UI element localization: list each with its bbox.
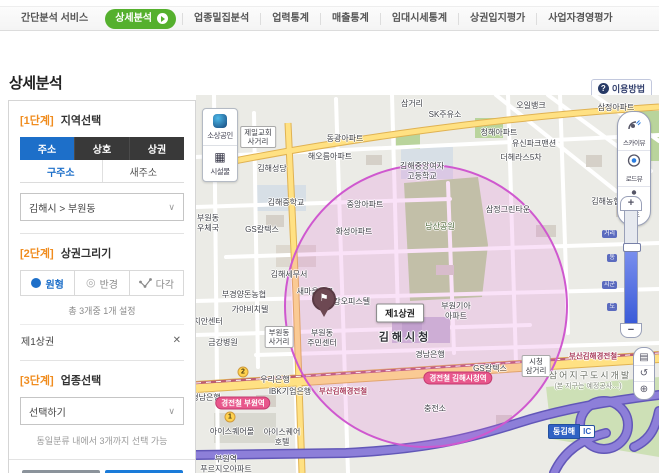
draw-tool-label: 다각 bbox=[156, 276, 174, 291]
business-type-select[interactable]: 선택하기 ∨ bbox=[20, 397, 184, 425]
expand-tool-button[interactable]: ⊕ bbox=[634, 381, 654, 397]
skyview-button[interactable]: 스카이뷰 bbox=[618, 115, 650, 150]
polygon-icon bbox=[139, 278, 152, 289]
zoom-slider-fill bbox=[625, 249, 637, 323]
step3-title: 업종선택 bbox=[61, 375, 101, 387]
zoom-slider-track[interactable] bbox=[624, 211, 638, 323]
roadview-button[interactable]: 로드뷰 bbox=[618, 150, 650, 186]
layer-label: 시설물 bbox=[203, 166, 237, 177]
reset-view-button[interactable]: ↺ bbox=[634, 365, 654, 381]
help-button-label: 이용방법 bbox=[612, 82, 645, 95]
zoom-out-button[interactable]: − bbox=[620, 323, 642, 338]
remove-area-button[interactable]: ✕ bbox=[171, 335, 183, 346]
building-icon: ▦ bbox=[203, 151, 237, 164]
nav-item-location-rating[interactable]: 상권입지평가 bbox=[458, 13, 536, 25]
step2-title: 상권그리기 bbox=[61, 248, 112, 260]
map-base-graphics bbox=[196, 95, 659, 473]
nav-item-rent-stats[interactable]: 임대시세통계 bbox=[380, 13, 458, 25]
draw-tool-label: 원형 bbox=[45, 276, 63, 291]
address-type-subtabs: 구주소 새주소 bbox=[20, 160, 184, 183]
circle-icon bbox=[31, 278, 41, 288]
draw-tool-radius[interactable]: ◎ 반경 bbox=[75, 270, 129, 296]
satellite-dish-icon bbox=[626, 118, 642, 131]
area-count-status: 총 3개중 1개 설정 bbox=[20, 304, 184, 317]
chevron-right-icon bbox=[157, 13, 168, 24]
step1-tag: [1단계] bbox=[20, 115, 54, 127]
nav-item-business-age-stats[interactable]: 업력통계 bbox=[260, 13, 320, 25]
search-type-tabs: 주소 상호 상권 bbox=[20, 137, 184, 160]
area-item-row: 제1상권 ✕ bbox=[20, 324, 184, 348]
flag-icon: ⚑ bbox=[320, 293, 329, 304]
map-canvas[interactable]: 삼거리제일교회 사거리동광아파트해오름아파트김해성당김해중앙여자 고등학교김해중… bbox=[196, 95, 659, 473]
map-utility-tools: ▤ ↺ ⊕ bbox=[633, 347, 655, 400]
step2-header: [2단계] 상권그리기 bbox=[20, 245, 184, 261]
page: 간단분석 서비스 상세분석 업종밀집분석 업력통계 매출통계 임대시세통계 상권… bbox=[0, 0, 659, 473]
step1-title: 지역선택 bbox=[61, 115, 101, 127]
chevron-down-icon: ∨ bbox=[168, 202, 175, 213]
panel-footer: 초기화 분석하기 bbox=[9, 459, 195, 473]
region-select[interactable]: 김해시 > 부원동 ∨ bbox=[20, 193, 184, 221]
region-select-value: 김해시 > 부원동 bbox=[29, 200, 96, 215]
radius-icon: ◎ bbox=[86, 278, 96, 288]
tab-trade-area[interactable]: 상권 bbox=[129, 137, 184, 160]
measure-tool-button[interactable]: ▤ bbox=[634, 350, 654, 365]
small-business-layer-button[interactable]: 소상공인 bbox=[203, 109, 237, 145]
interchange-suffix: IC bbox=[580, 425, 595, 438]
view-tool-label: 로드뷰 bbox=[618, 173, 650, 183]
nav-item-label: 상세분석 bbox=[115, 13, 152, 25]
roadview-icon bbox=[627, 154, 641, 167]
map-marker-pin[interactable]: ⚑ bbox=[312, 287, 336, 311]
step3-header: [3단계] 업종선택 bbox=[20, 372, 184, 388]
zoom-slider-handle[interactable] bbox=[623, 243, 641, 252]
question-icon: ? bbox=[598, 83, 609, 94]
draw-tool-circle[interactable]: 원형 bbox=[20, 270, 75, 296]
tab-address[interactable]: 주소 bbox=[20, 137, 74, 160]
small-business-icon bbox=[213, 114, 227, 128]
zoom-control: + − bbox=[620, 196, 642, 338]
nav-item-detail-analysis[interactable]: 상세분석 bbox=[105, 9, 176, 29]
tab-store-name[interactable]: 상호 bbox=[74, 137, 129, 160]
nav-item-sales-stats[interactable]: 매출통계 bbox=[320, 13, 380, 25]
zoom-in-button[interactable]: + bbox=[620, 196, 642, 211]
layer-label: 소상공인 bbox=[203, 130, 237, 141]
page-title: 상세분석 bbox=[9, 72, 62, 93]
step1-header: [1단계] 지역선택 bbox=[20, 112, 184, 128]
subtab-old-address[interactable]: 구주소 bbox=[20, 160, 103, 182]
map-layer-tools: 소상공인 ▦ 시설물 bbox=[202, 108, 238, 182]
draw-tool-label: 반경 bbox=[100, 276, 118, 291]
main-nav: 간단분석 서비스 상세분석 업종밀집분석 업력통계 매출통계 임대시세통계 상권… bbox=[0, 6, 659, 31]
draw-tool-group: 원형 ◎ 반경 다각 bbox=[20, 270, 184, 296]
trade-area-tag[interactable]: 제1상권 bbox=[376, 304, 424, 323]
business-type-select-value: 선택하기 bbox=[29, 404, 66, 419]
nav-item-simple-analysis[interactable]: 간단분석 서비스 bbox=[10, 13, 99, 25]
facilities-layer-button[interactable]: ▦ 시설물 bbox=[203, 145, 237, 181]
draw-tool-polygon[interactable]: 다각 bbox=[130, 270, 184, 296]
step2-tag: [2단계] bbox=[20, 248, 54, 260]
step3-tag: [3단계] bbox=[20, 375, 54, 387]
interchange-badge: 동김해 IC bbox=[548, 424, 595, 439]
view-tool-label: 스카이뷰 bbox=[618, 137, 650, 147]
interchange-name: 동김해 bbox=[548, 424, 580, 439]
area-item-name: 제1상권 bbox=[21, 333, 54, 348]
nav-item-management-rating[interactable]: 사업자경영평가 bbox=[536, 13, 623, 25]
subtab-new-address[interactable]: 새주소 bbox=[103, 160, 185, 182]
analysis-panel: [1단계] 지역선택 주소 상호 상권 구주소 새주소 김해시 > 부원동 ∨ … bbox=[8, 100, 196, 473]
nav-item-density-analysis[interactable]: 업종밀집분석 bbox=[182, 13, 260, 25]
chevron-down-icon: ∨ bbox=[168, 406, 175, 417]
selection-limit-note: 동일분류 내에서 3개까지 선택 가능 bbox=[20, 434, 184, 447]
